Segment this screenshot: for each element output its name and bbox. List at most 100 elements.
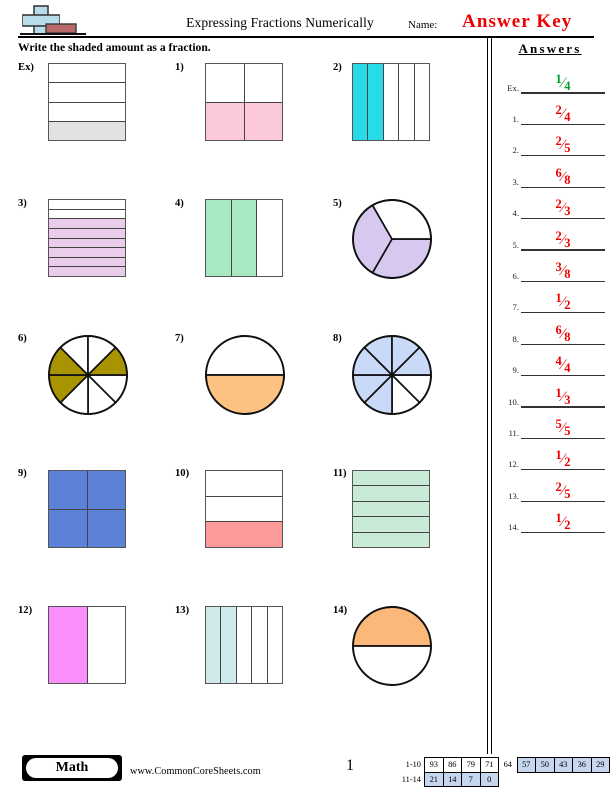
answer-row-label: 3. xyxy=(512,176,519,187)
fraction-part xyxy=(49,247,125,257)
fraction-part xyxy=(49,256,125,267)
fraction-part xyxy=(49,82,125,102)
fraction-part xyxy=(251,607,267,683)
fraction-part xyxy=(352,645,432,686)
fraction-pie-model xyxy=(48,335,128,415)
problem-figure xyxy=(48,199,126,277)
fraction-part xyxy=(413,64,430,140)
fraction-bar-model xyxy=(205,606,283,684)
problem-number: 12) xyxy=(18,605,33,616)
fraction-part xyxy=(353,516,429,532)
fraction-part xyxy=(382,64,399,140)
answer-row: 5. 2⁄3 xyxy=(497,220,605,251)
page-title: Expressing Fractions Numerically xyxy=(186,15,374,30)
fraction-part xyxy=(49,208,125,219)
fraction-part xyxy=(206,521,282,548)
problem-figure xyxy=(352,63,430,141)
fraction-pie-model xyxy=(205,335,285,415)
problem-number: 7) xyxy=(175,333,184,344)
answer-row-label: 4. xyxy=(512,208,519,219)
name-label: Name: xyxy=(408,19,438,31)
fraction-part xyxy=(49,266,125,276)
answer-row-label: Ex. xyxy=(507,82,519,93)
fraction-part xyxy=(206,200,231,276)
fraction-part xyxy=(398,64,414,140)
fraction-bar-model xyxy=(205,199,283,277)
score-cell: 86 xyxy=(442,757,462,773)
answer-row: 7. 1⁄2 xyxy=(497,282,605,314)
math-plus-minus-icon xyxy=(20,5,86,35)
problem-number: 4) xyxy=(175,198,184,209)
problem-number: 1) xyxy=(175,62,184,73)
fraction-part xyxy=(49,471,87,509)
answer-fraction: 4⁄4 xyxy=(555,354,571,376)
answer-row-label: 9. xyxy=(512,365,519,376)
problem-number: 2) xyxy=(333,62,342,73)
score-cell-empty xyxy=(591,772,610,787)
score-cell-empty xyxy=(499,772,518,787)
score-cell-empty xyxy=(536,772,555,787)
answer-row: 13. 2⁄5 xyxy=(497,471,605,502)
answer-fraction: 3⁄8 xyxy=(555,260,571,282)
answer-fraction: 2⁄5 xyxy=(555,134,571,156)
answer-row-label: 8. xyxy=(512,333,519,344)
problem-figure xyxy=(205,335,285,415)
answer-row-label: 5. xyxy=(512,239,519,250)
answer-row-label: 6. xyxy=(512,271,519,282)
problem-number: 14) xyxy=(333,605,348,616)
fraction-grid-model xyxy=(205,63,283,141)
answer-fraction: 1⁄3 xyxy=(555,385,571,407)
answer-fraction: 1⁄2 xyxy=(555,448,571,470)
answer-row: 9. 4⁄4 xyxy=(497,345,605,377)
fraction-bar-model xyxy=(48,606,126,684)
problem-number: 6) xyxy=(18,333,27,344)
problem-number: 9) xyxy=(18,468,27,479)
fraction-part xyxy=(49,227,125,238)
page-header: Expressing Fractions Numerically Name: A… xyxy=(0,0,612,39)
fraction-part xyxy=(367,64,383,140)
problem-figure xyxy=(48,335,128,415)
fraction-part xyxy=(49,120,125,140)
answer-fraction: 5⁄5 xyxy=(555,417,571,439)
score-cell-empty xyxy=(554,772,573,787)
fraction-pie-model xyxy=(352,335,432,415)
subject-badge: Math xyxy=(22,755,122,781)
problem-figure xyxy=(352,335,432,415)
score-cell: 14 xyxy=(442,771,462,787)
score-cell: 93 xyxy=(424,757,444,773)
answer-row: 11. 5⁄5 xyxy=(497,408,605,440)
fraction-pie-model xyxy=(352,199,432,279)
answer-row: 14. 1⁄2 xyxy=(497,502,605,534)
fraction-part xyxy=(353,485,429,501)
instructions: Write the shaded amount as a fraction. xyxy=(18,41,211,54)
answer-fraction: 6⁄8 xyxy=(555,165,571,187)
fraction-part xyxy=(244,64,282,102)
fraction-part xyxy=(230,200,257,276)
score-table: 1-10 93 86 79 71 64 57 50 43 36 29 11-14 21 14 7 0 xyxy=(396,757,610,787)
problem-figure xyxy=(48,63,126,141)
fraction-pie-model xyxy=(352,606,432,686)
score-row-label: 11-14 xyxy=(401,774,421,784)
answer-row: Ex. 1⁄4 xyxy=(497,63,605,94)
score-cell: 64 xyxy=(503,760,512,770)
score-cell: 0 xyxy=(479,771,499,787)
answers-heading: Answers xyxy=(518,41,582,56)
fraction-part xyxy=(206,495,282,522)
fraction-part xyxy=(352,606,432,647)
answer-fraction: 1⁄2 xyxy=(555,511,571,533)
problem-figure xyxy=(205,63,283,141)
fraction-part xyxy=(353,500,429,517)
answer-blank-line xyxy=(521,531,605,534)
score-cell: 50 xyxy=(535,757,555,773)
answer-row-label: 13. xyxy=(508,490,519,501)
fraction-part xyxy=(206,471,282,496)
score-cell: 21 xyxy=(424,771,444,787)
problem-number: 13) xyxy=(175,605,190,616)
website-url: www.CommonCoreSheets.com xyxy=(130,766,261,777)
fraction-part xyxy=(49,218,125,228)
fraction-part xyxy=(235,607,252,683)
answer-row-label: 1. xyxy=(512,114,519,125)
fraction-part xyxy=(206,64,244,102)
score-cell: 71 xyxy=(479,757,499,773)
fraction-part xyxy=(353,64,368,140)
